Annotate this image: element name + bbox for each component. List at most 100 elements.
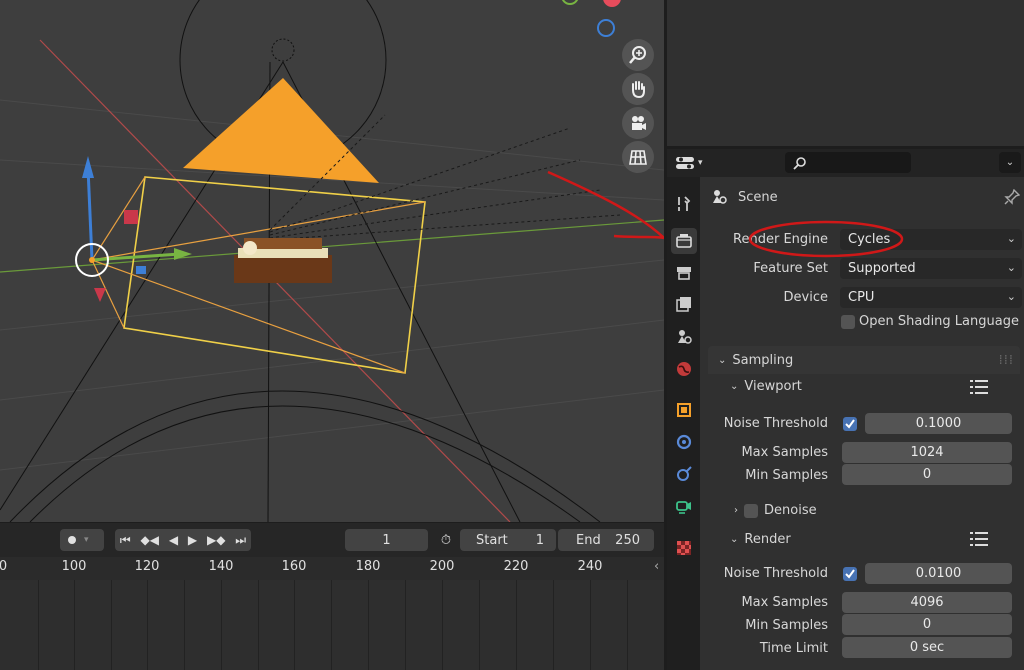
tab-object[interactable] xyxy=(671,397,697,423)
drag-handle-icon[interactable]: ⁞⁞⁞ xyxy=(999,353,1014,368)
gizmo-z-icon[interactable] xyxy=(597,19,615,37)
render-subpanel-header[interactable]: ⌄ Render xyxy=(730,532,791,547)
editor-type-button[interactable]: ▾ xyxy=(675,153,713,173)
viewport-min-samples-field[interactable]: 0 xyxy=(842,464,1012,485)
frame-column xyxy=(368,580,369,670)
ruler-tick: 120 xyxy=(134,559,160,574)
ruler-tick: 160 xyxy=(281,559,307,574)
tab-render[interactable] xyxy=(671,228,697,254)
tab-modifiers[interactable] xyxy=(671,429,697,455)
output-icon xyxy=(677,267,691,280)
viewport-max-samples-field[interactable]: 1024 xyxy=(842,442,1012,463)
chevron-down-icon: ⌄ xyxy=(718,354,727,366)
denoise-label: Denoise xyxy=(764,503,817,518)
presets-list-icon[interactable] xyxy=(970,379,988,399)
time-limit-field[interactable]: 0 sec xyxy=(842,637,1012,658)
prev-keyframe-icon[interactable]: ◆◀ xyxy=(141,533,159,547)
viewport-scene xyxy=(0,0,664,522)
viewport-noise-threshold-checkbox[interactable] xyxy=(843,417,857,431)
jump-start-icon[interactable]: ⏮ xyxy=(120,533,131,548)
render-noise-threshold-field[interactable]: 0.0100 xyxy=(865,563,1012,584)
dopesheet-area[interactable] xyxy=(0,580,664,670)
tab-view-layer[interactable] xyxy=(671,292,697,318)
gizmo-x-icon[interactable] xyxy=(603,0,621,7)
ruler-tick: 100 xyxy=(61,559,87,574)
pan-button[interactable] xyxy=(622,73,654,105)
denoise-checkbox[interactable] xyxy=(744,503,758,518)
tab-world[interactable] xyxy=(671,356,697,382)
frame-column xyxy=(74,580,75,670)
camera-view-button[interactable] xyxy=(622,107,654,139)
feature-set-label: Feature Set xyxy=(753,261,828,276)
jump-end-icon[interactable]: ⏭ xyxy=(235,533,246,548)
viewport-noise-threshold-field[interactable]: 0.1000 xyxy=(865,413,1012,434)
render-max-samples-field[interactable]: 4096 xyxy=(842,592,1012,613)
tab-physics[interactable] xyxy=(671,493,697,519)
frame-column xyxy=(111,580,112,670)
stopwatch-icon[interactable]: ⏱ xyxy=(435,529,457,551)
gizmo-y-icon[interactable] xyxy=(561,0,579,5)
ortho-toggle-button[interactable] xyxy=(622,141,654,173)
tab-tool[interactable] xyxy=(671,191,697,217)
chevron-down-icon: ⌄ xyxy=(1005,157,1015,168)
frame-column xyxy=(38,580,39,670)
frame-ruler[interactable]: 0 100 120 140 160 180 200 220 240 ‹ xyxy=(0,557,664,580)
start-frame-field[interactable]: Start 1 xyxy=(460,529,556,551)
frame-column xyxy=(516,580,517,670)
frame-column xyxy=(147,580,148,670)
chevron-down-icon: ⌄ xyxy=(730,534,739,545)
zoom-button[interactable] xyxy=(622,39,654,71)
play-reverse-icon[interactable]: ◀ xyxy=(169,533,178,547)
record-icon xyxy=(68,536,76,544)
pin-icon[interactable] xyxy=(1004,188,1021,209)
search-input[interactable] xyxy=(785,152,911,173)
end-frame-field[interactable]: End 250 xyxy=(558,529,654,551)
world-icon xyxy=(677,362,691,376)
tab-output[interactable] xyxy=(671,260,697,286)
ruler-tick: 140 xyxy=(208,559,234,574)
render-min-samples-field[interactable]: 0 xyxy=(842,614,1012,635)
properties-tabs xyxy=(667,177,700,670)
osl-checkbox[interactable] xyxy=(841,315,855,329)
3d-viewport[interactable] xyxy=(0,0,664,522)
render-noise-threshold-checkbox[interactable] xyxy=(843,567,857,581)
tab-texture[interactable] xyxy=(671,535,697,561)
denoise-subpanel-header[interactable]: › Denoise xyxy=(734,503,817,518)
ruler-tick: 180 xyxy=(355,559,381,574)
presets-list-icon[interactable] xyxy=(970,531,988,551)
properties-header: ▾ ⌄ xyxy=(667,149,1024,177)
play-icon[interactable]: ▶ xyxy=(188,533,197,547)
properties-editor-icon xyxy=(676,157,694,169)
camera-triangle xyxy=(183,78,379,183)
render-title: Render xyxy=(744,532,791,547)
next-keyframe-icon[interactable]: ▶◆ xyxy=(207,533,225,547)
scene-icon xyxy=(678,330,692,344)
modifier-icon xyxy=(676,434,692,450)
particles-icon xyxy=(677,466,692,481)
end-label: End xyxy=(576,532,601,548)
osl-label: Open Shading Language xyxy=(859,314,1019,329)
frame-column xyxy=(442,580,443,670)
options-dropdown[interactable]: ⌄ xyxy=(999,152,1021,173)
ruler-tick: 220 xyxy=(503,559,529,574)
playback-controls: ⏮ ◆◀ ◀ ▶ ▶◆ ⏭ xyxy=(115,529,251,551)
feature-set-dropdown[interactable]: Supported ⌄ xyxy=(840,258,1022,279)
chevron-down-icon: ⌄ xyxy=(1006,232,1016,245)
keying-dropdown[interactable]: ▾ xyxy=(60,529,104,551)
viewport-subpanel-header[interactable]: ⌄ Viewport xyxy=(730,379,802,394)
frame-column xyxy=(331,580,332,670)
sampling-panel-header[interactable]: ⌄ Sampling ⁞⁞⁞ xyxy=(708,346,1020,374)
chevron-down-icon: ⌄ xyxy=(1006,290,1016,303)
tab-scene[interactable] xyxy=(671,324,697,350)
properties-editor: ▾ ⌄ Scene Render Engine Cycles ⌄ Feature… xyxy=(667,149,1024,670)
chevron-down-icon: ⌄ xyxy=(730,381,739,392)
tab-particles[interactable] xyxy=(671,461,697,487)
collapse-arrow-icon[interactable]: ‹ xyxy=(654,559,659,574)
current-frame-field[interactable]: 1 xyxy=(345,529,428,551)
device-dropdown[interactable]: CPU ⌄ xyxy=(840,287,1022,308)
checkmark-icon xyxy=(845,419,855,429)
viewport-noise-threshold-label: Noise Threshold xyxy=(723,416,828,431)
outliner-area[interactable] xyxy=(667,0,1024,146)
chevron-down-icon: ⌄ xyxy=(1006,261,1016,274)
search-icon xyxy=(793,157,806,170)
